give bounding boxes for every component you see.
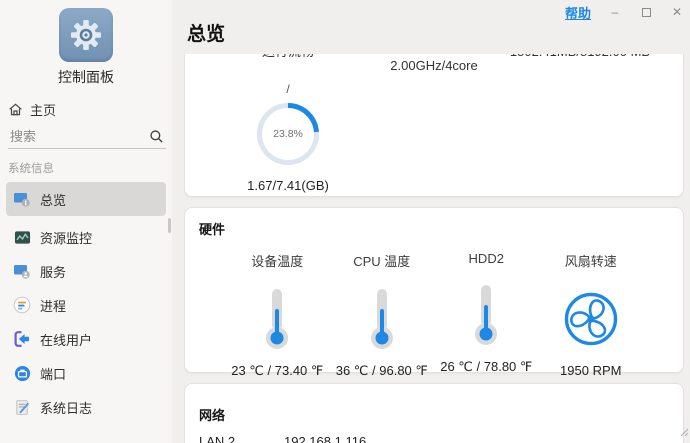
- home-icon: [8, 102, 23, 117]
- network-interface-name: LAN 2: [199, 434, 284, 443]
- sensor-hdd2-temp: HDD2 26 ℃ / 78.80 ℉: [434, 251, 539, 379]
- cpu-column: 2.00GHz/4core: [361, 54, 507, 196]
- home-label: 主页: [30, 100, 56, 119]
- sidebar-section-label: 系统信息: [0, 160, 172, 176]
- search-input[interactable]: [10, 129, 149, 144]
- sidebar-item-label: 系统日志: [40, 398, 92, 417]
- system-status-text: 运行流畅: [262, 54, 314, 59]
- sidebar-item-label: 端口: [40, 364, 66, 383]
- page-title: 总览: [187, 19, 225, 46]
- sidebar-item-label: 进程: [40, 296, 66, 315]
- sensor-value: 36 ℃ / 96.80 ℉: [336, 363, 428, 379]
- sidebar-item-overview[interactable]: 总览: [6, 182, 166, 216]
- system-logs-icon: [13, 398, 31, 416]
- sidebar-nav: 总览 资源监控 服务: [6, 182, 166, 422]
- sidebar-item-resource-monitor[interactable]: 资源监控: [6, 222, 166, 252]
- system-status-column: 运行流畅 / 23.8% 1.67/7.41(GB): [215, 54, 361, 196]
- control-panel-app-icon: [59, 8, 113, 62]
- sidebar-item-online-users[interactable]: 在线用户: [6, 324, 166, 354]
- system-status-card: 运行流畅 / 23.8% 1.67/7.41(GB) 2.00GHz/4core: [184, 54, 684, 197]
- hardware-card: 硬件 设备温度 23 ℃ / 73.40 ℉ CPU: [184, 207, 684, 373]
- sensor-cpu-temp: CPU 温度 36 ℃ / 96.80 ℉: [330, 251, 435, 379]
- content-scroll-viewport[interactable]: 运行流畅 / 23.8% 1.67/7.41(GB) 2.00GHz/4core: [184, 54, 684, 443]
- search-box[interactable]: [8, 125, 166, 149]
- online-users-icon: [13, 330, 31, 348]
- cpu-value: 2.00GHz/4core: [390, 59, 477, 73]
- minimize-icon[interactable]: –: [608, 4, 622, 20]
- sidebar-item-home[interactable]: 主页: [0, 100, 172, 118]
- resource-monitor-icon: [13, 228, 31, 246]
- sidebar-item-label: 服务: [40, 262, 66, 281]
- sidebar-item-services[interactable]: 服务: [6, 256, 166, 286]
- sensor-label: CPU 温度: [353, 251, 410, 270]
- thermometer-icon: [473, 283, 499, 347]
- sensor-fan-speed: 风扇转速 1950 RPM: [539, 251, 644, 379]
- volume-percent-label: 23.8%: [253, 99, 323, 169]
- maximize-icon[interactable]: [639, 4, 653, 20]
- sensor-row: 设备温度 23 ℃ / 73.40 ℉ CPU 温度: [185, 251, 683, 379]
- sidebar-item-ports[interactable]: 端口: [6, 358, 166, 388]
- sensor-label: 风扇转速: [565, 251, 617, 270]
- network-card-title: 网络: [185, 384, 683, 424]
- network-card: 网络 LAN 2 192.168.1.116: [184, 383, 684, 443]
- sensor-label: 设备温度: [251, 251, 303, 270]
- main-area: 帮助 – ✕ 总览 运行流畅 / 23.8% 1.: [172, 0, 690, 443]
- network-row: LAN 2 192.168.1.116: [185, 434, 683, 443]
- sidebar-item-label: 在线用户: [40, 330, 92, 349]
- overview-icon: [13, 190, 31, 208]
- sidebar-item-system-logs[interactable]: 系统日志: [6, 392, 166, 422]
- memory-value: 1502.41MB/8192.00 MB: [510, 54, 650, 59]
- thermometer-icon: [369, 287, 395, 351]
- ports-icon: [13, 364, 31, 382]
- sensor-label: HDD2: [469, 251, 504, 266]
- volume-name: /: [286, 82, 289, 96]
- gear-icon: [68, 17, 104, 53]
- search-icon[interactable]: [149, 129, 164, 144]
- hardware-card-title: 硬件: [185, 208, 683, 238]
- sensor-value: 1950 RPM: [560, 363, 621, 378]
- processes-icon: [13, 296, 31, 314]
- sensor-device-temp: 设备温度 23 ℃ / 73.40 ℉: [225, 251, 330, 379]
- sensor-value: 26 ℃ / 78.80 ℉: [440, 359, 532, 375]
- volume-usage-donut: 23.8%: [253, 99, 323, 169]
- network-ip-address: 192.168.1.116: [284, 434, 366, 443]
- thermometer-icon: [264, 287, 290, 351]
- memory-column: 1502.41MB/8192.00 MB: [507, 54, 653, 196]
- close-icon[interactable]: ✕: [670, 4, 684, 20]
- sidebar-item-label: 总览: [40, 190, 66, 209]
- sidebar-item-label: 资源监控: [40, 228, 92, 247]
- sidebar: 控制面板 主页 系统信息 总览: [0, 0, 172, 443]
- help-link[interactable]: 帮助: [565, 3, 591, 22]
- window-resize-grip[interactable]: [678, 423, 688, 441]
- titlebar: 帮助 – ✕: [565, 4, 684, 20]
- volume-usage-text: 1.67/7.41(GB): [247, 178, 329, 193]
- fan-icon: [563, 291, 619, 347]
- sidebar-scrollbar-thumb[interactable]: [168, 218, 171, 233]
- sensor-value: 23 ℃ / 73.40 ℉: [231, 363, 323, 379]
- app-title: 控制面板: [0, 67, 172, 87]
- sidebar-item-processes[interactable]: 进程: [6, 290, 166, 320]
- services-icon: [13, 262, 31, 280]
